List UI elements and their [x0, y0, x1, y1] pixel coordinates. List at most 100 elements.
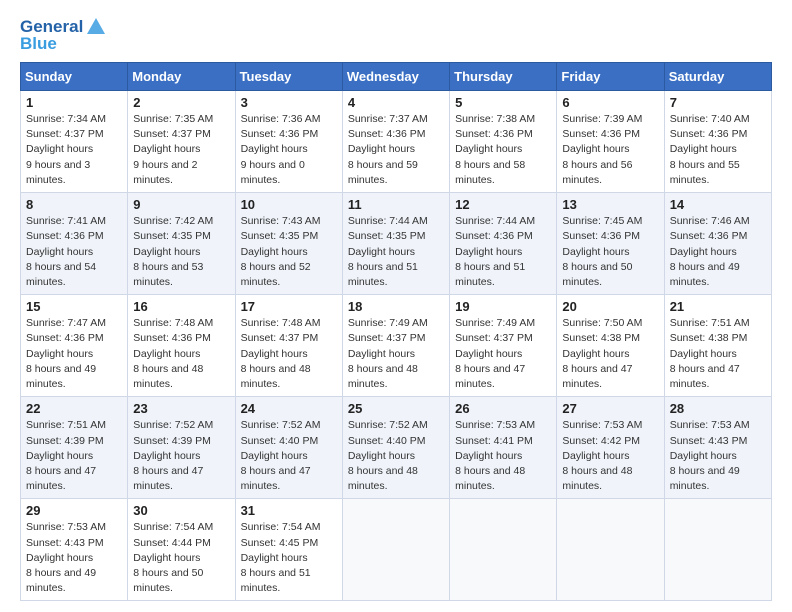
day-info: Sunrise: 7:46 AM Sunset: 4:36 PM Dayligh…	[670, 214, 766, 290]
weekday-header: Tuesday	[235, 63, 342, 91]
weekday-header: Sunday	[21, 63, 128, 91]
logo: General Blue	[20, 16, 107, 54]
day-info: Sunrise: 7:54 AM Sunset: 4:45 PM Dayligh…	[241, 520, 337, 596]
calendar-day-cell: 19 Sunrise: 7:49 AM Sunset: 4:37 PM Dayl…	[450, 295, 557, 397]
day-info: Sunrise: 7:52 AM Sunset: 4:40 PM Dayligh…	[241, 418, 337, 494]
day-number: 18	[348, 299, 444, 314]
day-number: 29	[26, 503, 122, 518]
day-info: Sunrise: 7:40 AM Sunset: 4:36 PM Dayligh…	[670, 112, 766, 188]
day-info: Sunrise: 7:42 AM Sunset: 4:35 PM Dayligh…	[133, 214, 229, 290]
day-info: Sunrise: 7:51 AM Sunset: 4:38 PM Dayligh…	[670, 316, 766, 392]
day-info: Sunrise: 7:34 AM Sunset: 4:37 PM Dayligh…	[26, 112, 122, 188]
day-number: 14	[670, 197, 766, 212]
day-number: 10	[241, 197, 337, 212]
calendar-day-cell: 25 Sunrise: 7:52 AM Sunset: 4:40 PM Dayl…	[342, 397, 449, 499]
day-info: Sunrise: 7:53 AM Sunset: 4:42 PM Dayligh…	[562, 418, 658, 494]
day-number: 1	[26, 95, 122, 110]
day-info: Sunrise: 7:54 AM Sunset: 4:44 PM Dayligh…	[133, 520, 229, 596]
day-number: 16	[133, 299, 229, 314]
day-info: Sunrise: 7:53 AM Sunset: 4:43 PM Dayligh…	[670, 418, 766, 494]
calendar-day-cell: 30 Sunrise: 7:54 AM Sunset: 4:44 PM Dayl…	[128, 499, 235, 601]
day-number: 6	[562, 95, 658, 110]
day-info: Sunrise: 7:49 AM Sunset: 4:37 PM Dayligh…	[348, 316, 444, 392]
day-info: Sunrise: 7:45 AM Sunset: 4:36 PM Dayligh…	[562, 214, 658, 290]
day-number: 17	[241, 299, 337, 314]
calendar-day-cell: 14 Sunrise: 7:46 AM Sunset: 4:36 PM Dayl…	[664, 193, 771, 295]
calendar-day-cell: 13 Sunrise: 7:45 AM Sunset: 4:36 PM Dayl…	[557, 193, 664, 295]
calendar-day-cell: 28 Sunrise: 7:53 AM Sunset: 4:43 PM Dayl…	[664, 397, 771, 499]
calendar-week-row: 22 Sunrise: 7:51 AM Sunset: 4:39 PM Dayl…	[21, 397, 772, 499]
day-info: Sunrise: 7:35 AM Sunset: 4:37 PM Dayligh…	[133, 112, 229, 188]
day-info: Sunrise: 7:44 AM Sunset: 4:36 PM Dayligh…	[455, 214, 551, 290]
day-number: 19	[455, 299, 551, 314]
calendar-day-cell: 24 Sunrise: 7:52 AM Sunset: 4:40 PM Dayl…	[235, 397, 342, 499]
calendar-day-cell: 10 Sunrise: 7:43 AM Sunset: 4:35 PM Dayl…	[235, 193, 342, 295]
day-number: 13	[562, 197, 658, 212]
logo-blue: Blue	[20, 34, 57, 54]
calendar-day-cell: 23 Sunrise: 7:52 AM Sunset: 4:39 PM Dayl…	[128, 397, 235, 499]
page-container: General Blue SundayMondayTuesdayWednesda…	[0, 0, 792, 611]
weekday-header: Wednesday	[342, 63, 449, 91]
day-info: Sunrise: 7:47 AM Sunset: 4:36 PM Dayligh…	[26, 316, 122, 392]
day-info: Sunrise: 7:49 AM Sunset: 4:37 PM Dayligh…	[455, 316, 551, 392]
day-number: 8	[26, 197, 122, 212]
day-info: Sunrise: 7:53 AM Sunset: 4:41 PM Dayligh…	[455, 418, 551, 494]
day-number: 31	[241, 503, 337, 518]
calendar-day-cell: 7 Sunrise: 7:40 AM Sunset: 4:36 PM Dayli…	[664, 91, 771, 193]
day-number: 28	[670, 401, 766, 416]
calendar-week-row: 1 Sunrise: 7:34 AM Sunset: 4:37 PM Dayli…	[21, 91, 772, 193]
day-number: 9	[133, 197, 229, 212]
calendar-day-cell: 21 Sunrise: 7:51 AM Sunset: 4:38 PM Dayl…	[664, 295, 771, 397]
day-info: Sunrise: 7:53 AM Sunset: 4:43 PM Dayligh…	[26, 520, 122, 596]
calendar-day-cell: 3 Sunrise: 7:36 AM Sunset: 4:36 PM Dayli…	[235, 91, 342, 193]
calendar-header-row: SundayMondayTuesdayWednesdayThursdayFrid…	[21, 63, 772, 91]
day-number: 2	[133, 95, 229, 110]
calendar-day-cell: 4 Sunrise: 7:37 AM Sunset: 4:36 PM Dayli…	[342, 91, 449, 193]
day-info: Sunrise: 7:39 AM Sunset: 4:36 PM Dayligh…	[562, 112, 658, 188]
logo-icon	[85, 16, 107, 38]
day-number: 26	[455, 401, 551, 416]
calendar-day-cell: 1 Sunrise: 7:34 AM Sunset: 4:37 PM Dayli…	[21, 91, 128, 193]
weekday-header: Saturday	[664, 63, 771, 91]
calendar-week-row: 8 Sunrise: 7:41 AM Sunset: 4:36 PM Dayli…	[21, 193, 772, 295]
day-number: 7	[670, 95, 766, 110]
calendar-day-cell: 15 Sunrise: 7:47 AM Sunset: 4:36 PM Dayl…	[21, 295, 128, 397]
day-info: Sunrise: 7:44 AM Sunset: 4:35 PM Dayligh…	[348, 214, 444, 290]
calendar-day-cell: 12 Sunrise: 7:44 AM Sunset: 4:36 PM Dayl…	[450, 193, 557, 295]
weekday-header: Friday	[557, 63, 664, 91]
calendar-day-cell	[557, 499, 664, 601]
day-number: 11	[348, 197, 444, 212]
day-number: 25	[348, 401, 444, 416]
calendar-day-cell: 20 Sunrise: 7:50 AM Sunset: 4:38 PM Dayl…	[557, 295, 664, 397]
calendar-day-cell	[450, 499, 557, 601]
calendar-day-cell: 11 Sunrise: 7:44 AM Sunset: 4:35 PM Dayl…	[342, 193, 449, 295]
day-info: Sunrise: 7:51 AM Sunset: 4:39 PM Dayligh…	[26, 418, 122, 494]
calendar-day-cell: 27 Sunrise: 7:53 AM Sunset: 4:42 PM Dayl…	[557, 397, 664, 499]
day-number: 15	[26, 299, 122, 314]
calendar-day-cell: 31 Sunrise: 7:54 AM Sunset: 4:45 PM Dayl…	[235, 499, 342, 601]
calendar-day-cell: 16 Sunrise: 7:48 AM Sunset: 4:36 PM Dayl…	[128, 295, 235, 397]
calendar-day-cell: 29 Sunrise: 7:53 AM Sunset: 4:43 PM Dayl…	[21, 499, 128, 601]
calendar-table: SundayMondayTuesdayWednesdayThursdayFrid…	[20, 62, 772, 601]
day-info: Sunrise: 7:52 AM Sunset: 4:39 PM Dayligh…	[133, 418, 229, 494]
calendar-day-cell: 17 Sunrise: 7:48 AM Sunset: 4:37 PM Dayl…	[235, 295, 342, 397]
day-number: 3	[241, 95, 337, 110]
calendar-week-row: 15 Sunrise: 7:47 AM Sunset: 4:36 PM Dayl…	[21, 295, 772, 397]
calendar-day-cell: 18 Sunrise: 7:49 AM Sunset: 4:37 PM Dayl…	[342, 295, 449, 397]
calendar-day-cell: 2 Sunrise: 7:35 AM Sunset: 4:37 PM Dayli…	[128, 91, 235, 193]
day-number: 22	[26, 401, 122, 416]
day-number: 27	[562, 401, 658, 416]
day-info: Sunrise: 7:37 AM Sunset: 4:36 PM Dayligh…	[348, 112, 444, 188]
day-info: Sunrise: 7:48 AM Sunset: 4:36 PM Dayligh…	[133, 316, 229, 392]
calendar-week-row: 29 Sunrise: 7:53 AM Sunset: 4:43 PM Dayl…	[21, 499, 772, 601]
day-number: 4	[348, 95, 444, 110]
day-info: Sunrise: 7:41 AM Sunset: 4:36 PM Dayligh…	[26, 214, 122, 290]
calendar-day-cell: 22 Sunrise: 7:51 AM Sunset: 4:39 PM Dayl…	[21, 397, 128, 499]
day-number: 24	[241, 401, 337, 416]
day-number: 30	[133, 503, 229, 518]
day-number: 21	[670, 299, 766, 314]
day-info: Sunrise: 7:52 AM Sunset: 4:40 PM Dayligh…	[348, 418, 444, 494]
day-number: 20	[562, 299, 658, 314]
day-info: Sunrise: 7:48 AM Sunset: 4:37 PM Dayligh…	[241, 316, 337, 392]
weekday-header: Monday	[128, 63, 235, 91]
